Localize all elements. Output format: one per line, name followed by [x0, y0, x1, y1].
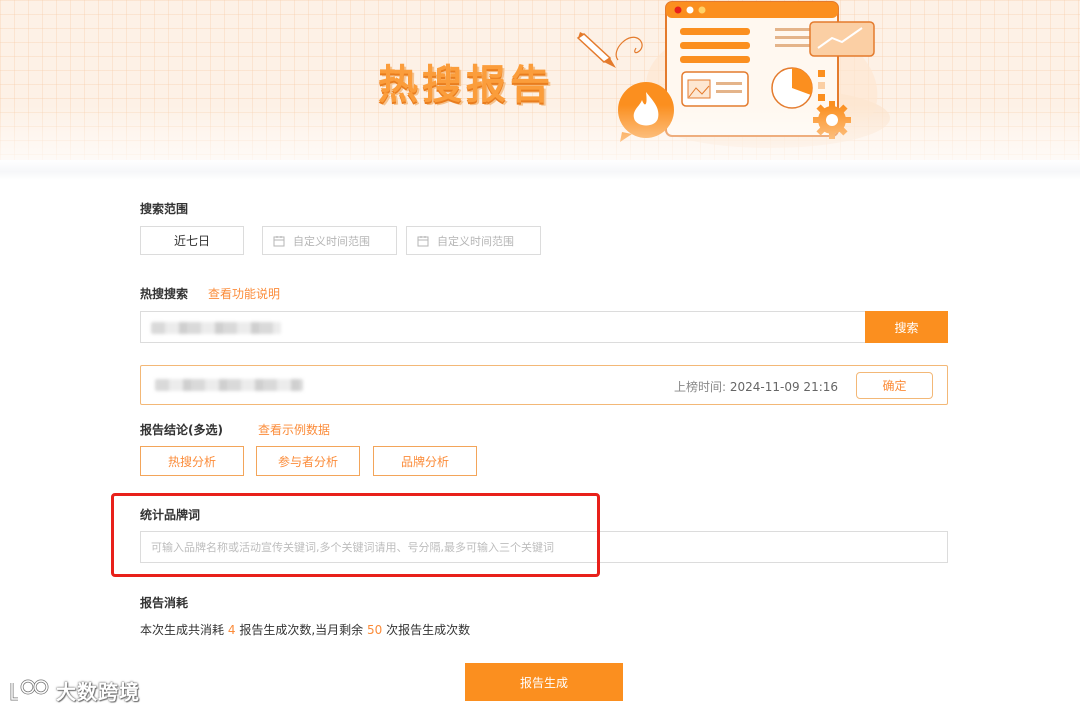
option-brand-analysis[interactable]: 品牌分析	[373, 446, 477, 476]
calendar-icon	[417, 235, 429, 246]
hot-search-label: 热搜搜索	[140, 287, 189, 301]
brand-words-label: 统计品牌词	[140, 508, 201, 522]
consumption-text: 本次生成共消耗 4 报告生成次数,当月剩余 50 次报告生成次数	[140, 621, 470, 638]
start-date-input[interactable]: 自定义时间范围	[262, 226, 397, 255]
calendar-icon	[273, 235, 285, 246]
header-banner: 热搜报告	[0, 0, 1080, 165]
search-button[interactable]: 搜索	[865, 311, 948, 343]
watermark-logo-icon	[10, 679, 49, 700]
confirm-button[interactable]: 确定	[856, 372, 933, 399]
start-date-placeholder: 自定义时间范围	[293, 234, 370, 248]
report-consumption-label: 报告消耗	[140, 596, 189, 610]
watermark-text: 大数跨境	[56, 680, 140, 704]
preset-7days-button[interactable]: 近七日	[140, 226, 244, 255]
blurred-query	[151, 322, 281, 334]
end-date-placeholder: 自定义时间范围	[437, 234, 514, 248]
generate-report-button[interactable]: 报告生成	[465, 663, 623, 701]
hot-search-input[interactable]	[140, 311, 866, 343]
report-conclusion-label: 报告结论(多选)	[140, 423, 223, 437]
consume-suffix: 次报告生成次数	[386, 623, 471, 637]
hot-search-result[interactable]: 上榜时间: 2024-11-09 21:16 确定	[140, 365, 948, 405]
consume-middle: 报告生成次数,当月剩余	[239, 623, 364, 637]
example-data-link[interactable]: 查看示例数据	[258, 421, 330, 438]
page-title: 热搜报告	[378, 62, 554, 108]
remaining-count: 50	[366, 623, 383, 637]
option-participant-analysis[interactable]: 参与者分析	[256, 446, 360, 476]
consume-count: 4	[227, 623, 236, 637]
option-hot-search-analysis[interactable]: 热搜分析	[140, 446, 244, 476]
brand-words-input[interactable]	[140, 531, 948, 563]
watermark: 大数跨境	[8, 676, 140, 705]
feature-help-link[interactable]: 查看功能说明	[208, 285, 280, 302]
search-range-label: 搜索范围	[140, 202, 189, 216]
consume-prefix: 本次生成共消耗	[140, 623, 225, 637]
end-date-input[interactable]: 自定义时间范围	[406, 226, 541, 255]
ranking-time: 上榜时间: 2024-11-09 21:16	[674, 378, 838, 395]
ranking-time-label: 上榜时间:	[674, 380, 727, 394]
blurred-result-title	[155, 379, 303, 391]
ranking-time-value: 2024-11-09 21:16	[729, 380, 839, 394]
pencil-icon	[576, 32, 616, 68]
